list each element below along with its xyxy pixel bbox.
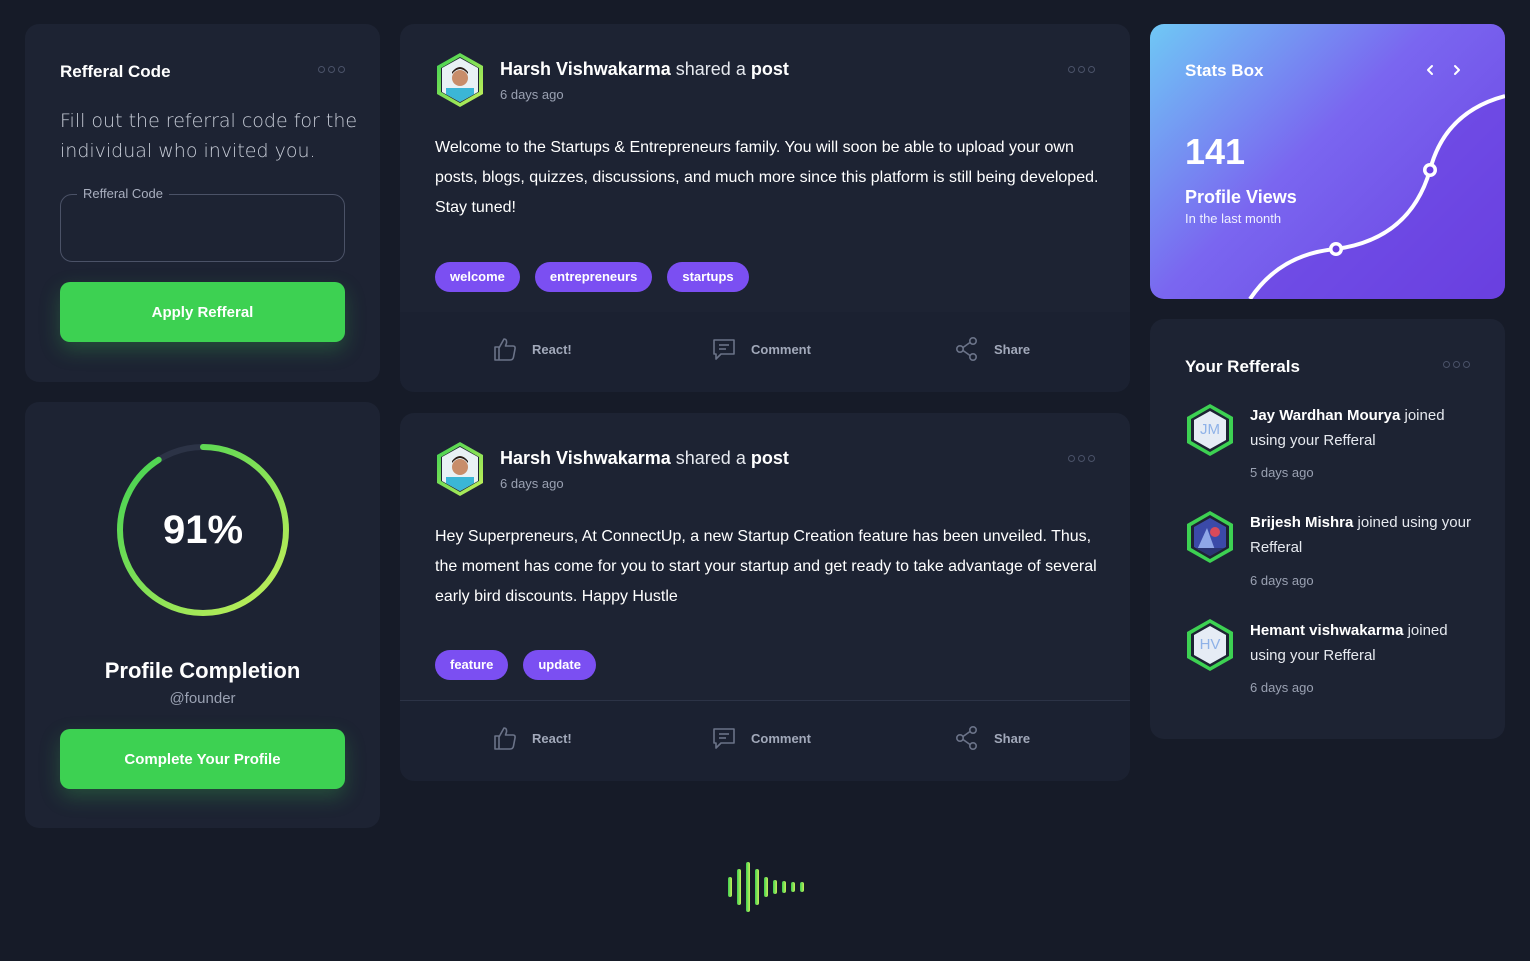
tag-entrepreneurs[interactable]: entrepreneurs (534, 262, 653, 292)
avatar-initials: HV (1199, 636, 1221, 653)
tag-welcome[interactable]: welcome (435, 262, 520, 292)
tag-startups[interactable]: startups (667, 262, 749, 292)
avatar-initials: JM (1200, 421, 1220, 438)
post-object: post (750, 59, 789, 79)
stats-sublabel: In the last month (1185, 211, 1282, 226)
referral-code-card: Refferal Code Fill out the referral code… (25, 24, 380, 382)
referral-text: Brijesh Mishra joined using your Reffera… (1250, 510, 1475, 560)
react-button[interactable]: React! (492, 336, 572, 362)
share-icon (955, 725, 978, 750)
dots-menu-icon[interactable] (1068, 455, 1095, 462)
referral-name[interactable]: Hemant vishwakarma (1250, 622, 1403, 639)
dots-menu-icon[interactable] (1443, 361, 1470, 368)
profile-completion-card: 91% Profile Completion @founder Complete… (25, 402, 380, 828)
tag-feature[interactable]: feature (435, 650, 509, 680)
share-icon (955, 336, 978, 361)
thumbs-up-icon (494, 338, 516, 361)
referral-time: 5 days ago (1250, 465, 1314, 480)
comment-label: Comment (751, 730, 811, 746)
referral-card-title: Refferal Code (60, 62, 171, 81)
post-time: 6 days ago (500, 87, 564, 102)
referral-name[interactable]: Jay Wardhan Mourya (1250, 407, 1400, 424)
comment-label: Comment (751, 341, 811, 357)
react-label: React! (532, 730, 572, 746)
referral-code-input[interactable] (61, 195, 344, 261)
profile-completion-title: Profile Completion (104, 658, 301, 683)
post-time: 6 days ago (500, 476, 564, 491)
author-avatar[interactable] (434, 52, 486, 108)
post-object: post (750, 448, 789, 468)
comment-icon (713, 339, 735, 360)
profile-completion-ring: 91% (113, 440, 293, 620)
post-verb: shared a (675, 448, 746, 468)
avatar[interactable]: JM (1185, 403, 1235, 457)
post-tags: feature update (435, 650, 596, 680)
referral-text: Jay Wardhan Mourya joined using your Ref… (1250, 403, 1475, 453)
post-verb: shared a (675, 59, 746, 79)
post-header: Harsh Vishwakarma shared a post (500, 448, 789, 469)
avatar[interactable] (1185, 510, 1235, 564)
stats-value: 141 (1185, 131, 1246, 172)
post-tags: welcome entrepreneurs startups (435, 262, 749, 292)
share-label: Share (994, 730, 1031, 746)
chevron-left-icon[interactable] (1422, 62, 1438, 78)
referral-time: 6 days ago (1250, 680, 1314, 695)
post-body: Welcome to the Startups & Entrepreneurs … (435, 139, 1099, 216)
complete-profile-button[interactable]: Complete Your Profile (60, 729, 345, 789)
referral-name[interactable]: Brijesh Mishra (1250, 514, 1353, 531)
tag-update[interactable]: update (523, 650, 596, 680)
react-button[interactable]: React! (492, 725, 572, 751)
author-avatar[interactable] (434, 441, 486, 497)
profile-handle: @founder (169, 690, 236, 707)
react-label: React! (532, 341, 572, 357)
post-actions: React! Comment Share (400, 701, 1130, 781)
avatar[interactable]: HV (1185, 618, 1235, 672)
referrals-title: Your Refferals (1185, 357, 1300, 376)
share-button[interactable]: Share (954, 336, 1030, 362)
stats-box-card: Stats Box 141 Profile Views In the last … (1150, 24, 1505, 299)
referral-text: Hemant vishwakarma joined using your Ref… (1250, 618, 1475, 668)
post-card: Harsh Vishwakarma shared a post 6 days a… (400, 24, 1130, 392)
apply-referral-button[interactable]: Apply Refferal (60, 282, 345, 342)
comment-icon (713, 728, 735, 749)
your-referrals-card: Your Refferals JM Jay Wardhan Mourya joi… (1150, 319, 1505, 739)
stats-box-title: Stats Box (1185, 61, 1264, 80)
referral-description: Fill out the referral code for the indiv… (60, 110, 358, 162)
comment-button[interactable]: Comment (711, 336, 811, 362)
loader-bars-icon (728, 862, 804, 912)
share-button[interactable]: Share (954, 725, 1030, 751)
thumbs-up-icon (494, 727, 516, 750)
dots-menu-icon[interactable] (318, 66, 345, 73)
chevron-right-icon[interactable] (1449, 62, 1465, 78)
referral-field-label: Refferal Code (77, 186, 169, 201)
post-body: Hey Superpreneurs, At ConnectUp, a new S… (435, 528, 1097, 605)
completion-percent: 91% (162, 507, 244, 552)
share-label: Share (994, 341, 1031, 357)
post-header: Harsh Vishwakarma shared a post (500, 59, 789, 80)
post-author[interactable]: Harsh Vishwakarma (500, 59, 671, 79)
referral-code-field: Refferal Code (60, 186, 345, 262)
post-actions: React! Comment Share (400, 312, 1130, 392)
dots-menu-icon[interactable] (1068, 66, 1095, 73)
post-author[interactable]: Harsh Vishwakarma (500, 448, 671, 468)
comment-button[interactable]: Comment (711, 725, 811, 751)
referral-time: 6 days ago (1250, 573, 1314, 588)
stats-label: Profile Views (1185, 187, 1297, 207)
post-card: Harsh Vishwakarma shared a post 6 days a… (400, 413, 1130, 781)
